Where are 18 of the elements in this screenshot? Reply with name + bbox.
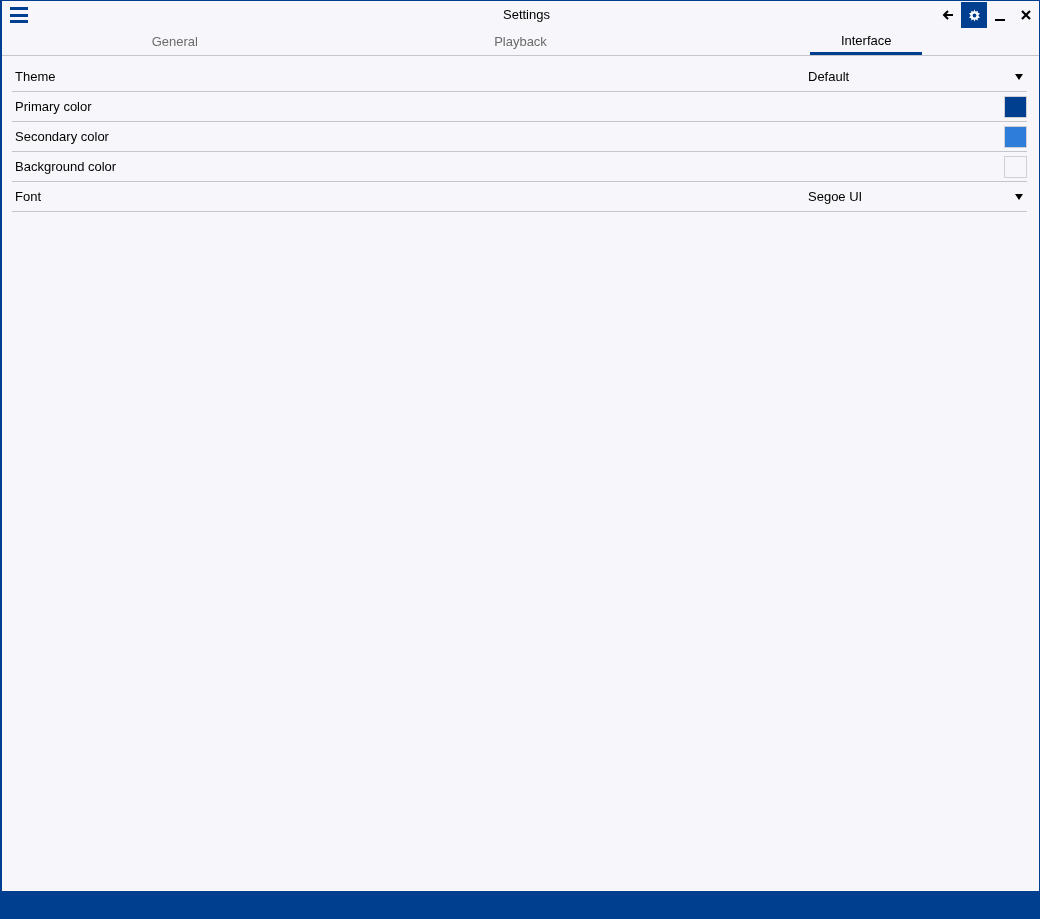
setting-label: Background color [15,157,118,176]
caret-icon [1015,73,1023,80]
tab[interactable]: Interface [810,29,923,55]
tab[interactable]: General [118,29,231,55]
setting-label: Theme [15,67,57,86]
dropdown[interactable]: Segoe UI [805,183,1027,210]
setting-label: Primary color [15,97,93,116]
color-swatch[interactable] [1004,95,1027,118]
caret-icon [1015,193,1023,200]
settings-icon[interactable] [961,2,987,28]
color-swatch[interactable] [1004,125,1027,148]
window-title: Settings [503,6,550,25]
setting-label: Font [15,187,42,206]
setting-label: Secondary color [15,127,110,146]
tab[interactable]: Playback [464,29,577,55]
color-swatch[interactable] [1004,155,1027,178]
menu-icon[interactable] [10,7,28,23]
dropdown[interactable]: Default [805,63,1027,90]
